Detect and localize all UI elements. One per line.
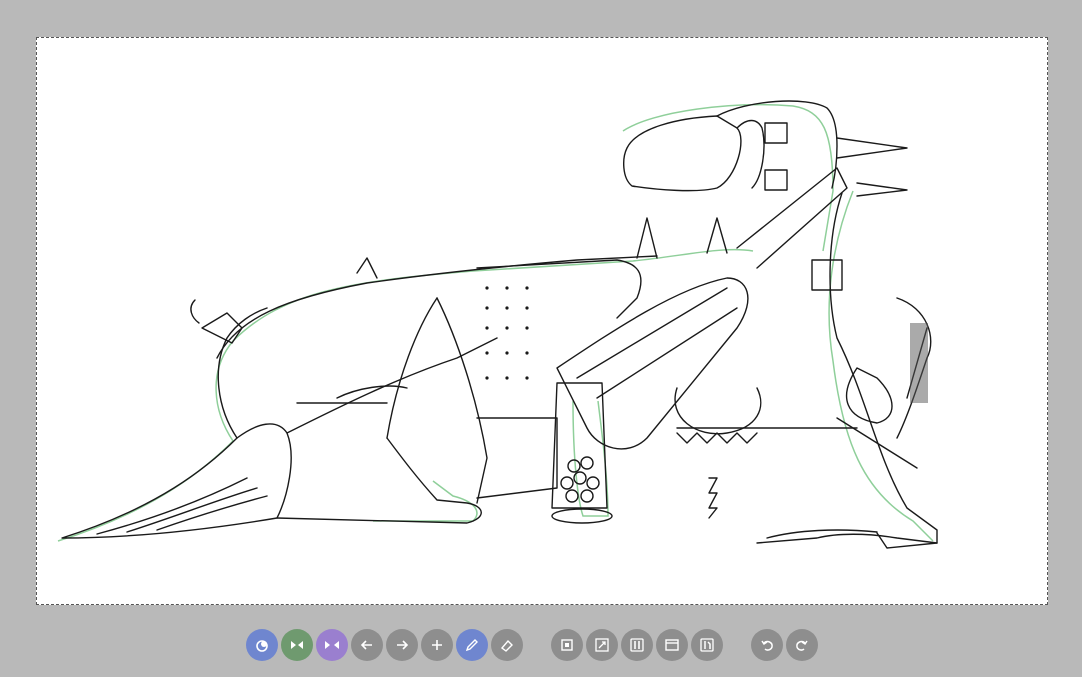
expand-icon — [595, 638, 609, 652]
undo-button[interactable] — [751, 629, 783, 661]
fullscreen-button[interactable] — [586, 629, 618, 661]
shrink-horizontal-icon — [291, 641, 303, 649]
next-frame-toggle-button[interactable] — [316, 629, 348, 661]
pen-tool-button[interactable] — [456, 629, 488, 661]
expand-horizontal-icon — [325, 641, 339, 649]
window-icon — [665, 639, 679, 651]
redo-icon — [796, 640, 808, 651]
tools-icon — [700, 638, 714, 652]
redo-button[interactable] — [786, 629, 818, 661]
arrow-right-icon — [397, 640, 409, 650]
frame-square-icon — [561, 639, 573, 651]
arrow-left-icon — [360, 640, 372, 650]
pencil-icon — [465, 639, 478, 652]
fit-to-screen-button[interactable] — [551, 629, 583, 661]
eraser-tool-button[interactable] — [491, 629, 523, 661]
tools-settings-button[interactable] — [691, 629, 723, 661]
add-frame-button[interactable] — [421, 629, 453, 661]
creature-drawing — [57, 100, 938, 549]
bottom-toolbar — [0, 629, 1082, 663]
undo-icon — [761, 640, 773, 651]
drawing-canvas[interactable] — [36, 37, 1048, 605]
next-frame-button[interactable] — [386, 629, 418, 661]
onion-icon — [256, 640, 268, 652]
brush-settings-button[interactable] — [621, 629, 653, 661]
eraser-icon — [500, 639, 513, 652]
previous-frame-button[interactable] — [351, 629, 383, 661]
onion-skin-button[interactable] — [246, 629, 278, 661]
window-button[interactable] — [656, 629, 688, 661]
prev-frame-toggle-button[interactable] — [281, 629, 313, 661]
plus-icon — [432, 640, 442, 650]
brush-settings-icon — [630, 638, 644, 652]
